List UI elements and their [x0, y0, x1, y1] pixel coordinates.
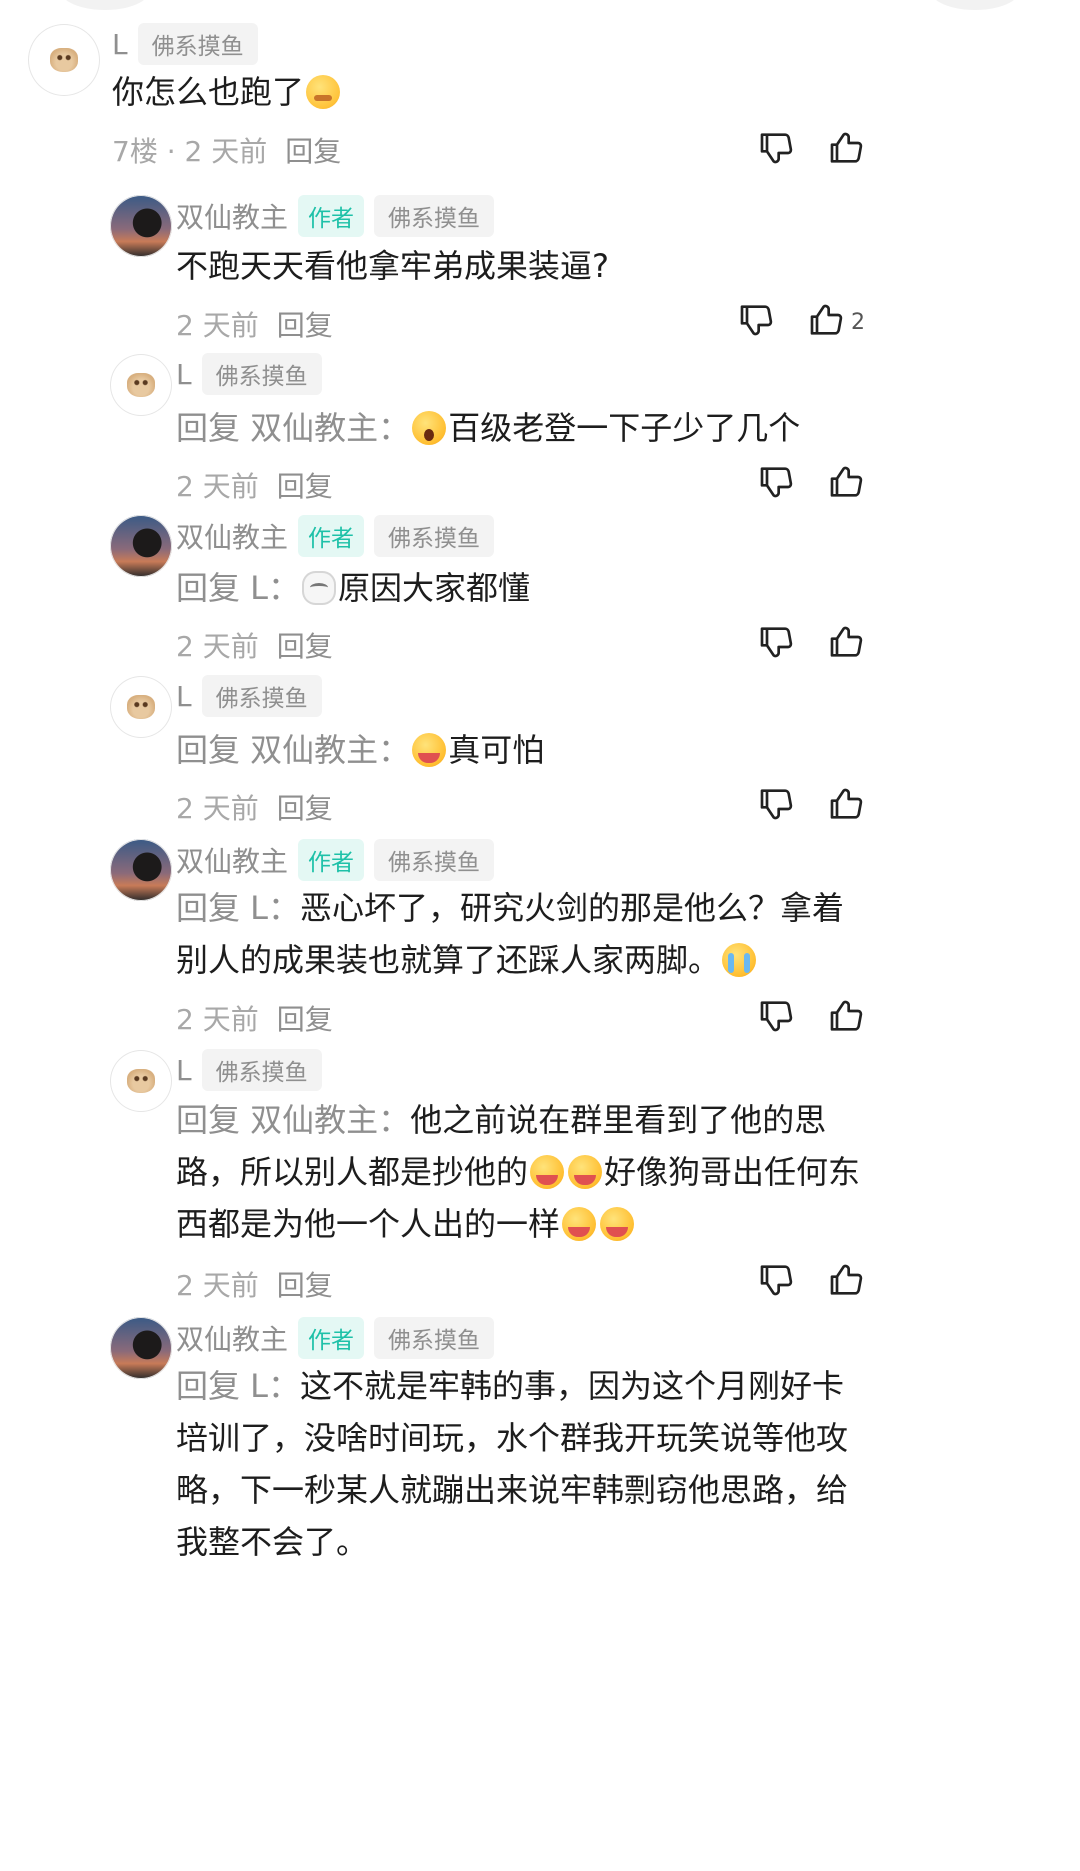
reply-button[interactable]: 回复 — [277, 304, 333, 344]
timestamp: 2 天前 — [176, 1003, 259, 1036]
reply-target: 回复 双仙教主： — [176, 409, 411, 447]
reply-text: 回复 双仙教主： 真可怕 — [176, 731, 545, 769]
reply-target: 回复 双仙教主： — [176, 1101, 411, 1139]
avatar[interactable] — [110, 515, 172, 577]
user-tag: 佛系摸鱼 — [201, 353, 322, 395]
dislike-icon[interactable] — [757, 996, 797, 1040]
reply-target: 回复 L： — [176, 889, 301, 927]
dislike-icon[interactable] — [737, 300, 777, 344]
dislike-icon[interactable] — [757, 784, 797, 828]
laugh-emoji-icon — [568, 1155, 603, 1189]
like-icon[interactable] — [827, 128, 867, 172]
reply-item: 双仙教主 作者 佛系摸鱼 回复 L： 原因大家都懂 2 天前 回复 — [0, 510, 1080, 670]
timestamp: 2 天前 — [176, 309, 259, 342]
username[interactable]: L — [176, 358, 192, 391]
author-badge: 作者 — [298, 839, 365, 881]
dislike-icon[interactable] — [757, 622, 797, 666]
like-icon[interactable] — [827, 996, 867, 1040]
scream-emoji-icon — [412, 411, 447, 445]
avatar[interactable] — [110, 676, 172, 738]
like-icon[interactable] — [827, 1260, 867, 1304]
avatar[interactable] — [110, 354, 172, 416]
reply-text: 回复 L：这不就是牢韩的事，因为这个月刚好卡 培训了，没啥时间玩，水个群我开玩笑… — [176, 1367, 849, 1561]
timestamp: 2 天前 — [176, 792, 259, 825]
like-icon[interactable] — [827, 784, 867, 828]
avatar[interactable] — [110, 195, 172, 257]
username[interactable]: L — [112, 28, 128, 61]
reply-button[interactable]: 回复 — [285, 130, 341, 170]
avatar[interactable] — [110, 1050, 172, 1112]
user-tag: 佛系摸鱼 — [137, 23, 258, 65]
reply-item: 双仙教主 作者 佛系摸鱼 回复 L：这不就是牢韩的事，因为这个月刚好卡 培训了，… — [0, 1312, 1080, 1871]
user-tag: 佛系摸鱼 — [201, 1049, 322, 1091]
reply-text: 回复 双仙教主： 百级老登一下子少了几个 — [176, 409, 801, 447]
timestamp: 2 天前 — [176, 630, 259, 663]
author-badge: 作者 — [298, 1317, 365, 1359]
username[interactable]: 双仙教主 — [176, 840, 288, 880]
avatar[interactable] — [110, 1317, 172, 1379]
reply-item: L 佛系摸鱼 回复 双仙教主：他之前说在群里看到了他的思 路，所以别人都是抄他的… — [0, 1046, 1080, 1310]
reply-button[interactable]: 回复 — [277, 1264, 333, 1304]
reply-target: 回复 L： — [176, 1367, 301, 1405]
avatar[interactable] — [28, 24, 100, 96]
reply-text: 回复 L： 原因大家都懂 — [176, 569, 531, 607]
timestamp: 2 天前 — [176, 470, 259, 503]
reply-button[interactable]: 回复 — [277, 465, 333, 505]
reply-text: 不跑天天看他拿牢弟成果装逼? — [176, 247, 609, 285]
avatar[interactable] — [110, 839, 172, 901]
user-tag: 佛系摸鱼 — [201, 675, 322, 717]
reply-button[interactable]: 回复 — [277, 625, 333, 665]
reply-button[interactable]: 回复 — [277, 787, 333, 827]
reply-item: 双仙教主 作者 佛系摸鱼 回复 L：恶心坏了，研究火剑的那是他么？拿着 别人的成… — [0, 834, 1080, 1044]
user-tag: 佛系摸鱼 — [374, 515, 495, 557]
laugh-emoji-icon — [562, 1207, 597, 1241]
reply-text: 回复 L：恶心坏了，研究火剑的那是他么？拿着 别人的成果装也就算了还踩人家两脚。 — [176, 889, 845, 979]
reply-item: L 佛系摸鱼 回复 双仙教主： 真可怕 2 天前 回复 — [0, 672, 1080, 832]
author-badge: 作者 — [298, 515, 365, 557]
floor-and-time: 7楼 · 2 天前 — [112, 135, 268, 168]
dislike-icon[interactable] — [757, 128, 797, 172]
user-tag: 佛系摸鱼 — [374, 1317, 495, 1359]
laugh-emoji-icon — [530, 1155, 565, 1189]
laugh-emoji-icon — [600, 1207, 635, 1241]
comment-text: 你怎么也跑了 — [112, 66, 342, 118]
like-icon[interactable] — [807, 300, 847, 344]
reply-item: L 佛系摸鱼 回复 双仙教主： 百级老登一下子少了几个 2 天前 回复 — [0, 350, 1080, 510]
user-tag: 佛系摸鱼 — [374, 839, 495, 881]
dog-emoji-icon — [302, 571, 337, 605]
reply-item: 双仙教主 作者 佛系摸鱼 不跑天天看他拿牢弟成果装逼? 2 天前 回复 2 — [0, 190, 1080, 350]
reply-text: 回复 双仙教主：他之前说在群里看到了他的思 路，所以别人都是抄他的 好像狗哥出任何… — [176, 1101, 861, 1243]
user-tag: 佛系摸鱼 — [374, 195, 495, 237]
dislike-icon[interactable] — [757, 1260, 797, 1304]
username[interactable]: 双仙教主 — [176, 196, 288, 236]
username[interactable]: 双仙教主 — [176, 516, 288, 556]
laugh-emoji-icon — [412, 733, 447, 767]
like-icon[interactable] — [827, 622, 867, 666]
like-icon[interactable] — [827, 462, 867, 506]
crying-emoji-icon — [722, 943, 757, 977]
username[interactable]: L — [176, 680, 192, 713]
dislike-icon[interactable] — [757, 462, 797, 506]
reply-target: 回复 双仙教主： — [176, 731, 411, 769]
like-count: 2 — [851, 309, 865, 335]
timestamp: 2 天前 — [176, 1269, 259, 1302]
username[interactable]: L — [176, 1054, 192, 1087]
reply-button[interactable]: 回复 — [277, 998, 333, 1038]
comment-item: L 佛系摸鱼 你怎么也跑了 7楼 · 2 天前 回复 — [0, 0, 1080, 180]
author-badge: 作者 — [298, 195, 365, 237]
thinking-emoji-icon — [306, 75, 341, 109]
reply-target: 回复 L： — [176, 569, 301, 607]
username[interactable]: 双仙教主 — [176, 1318, 288, 1358]
